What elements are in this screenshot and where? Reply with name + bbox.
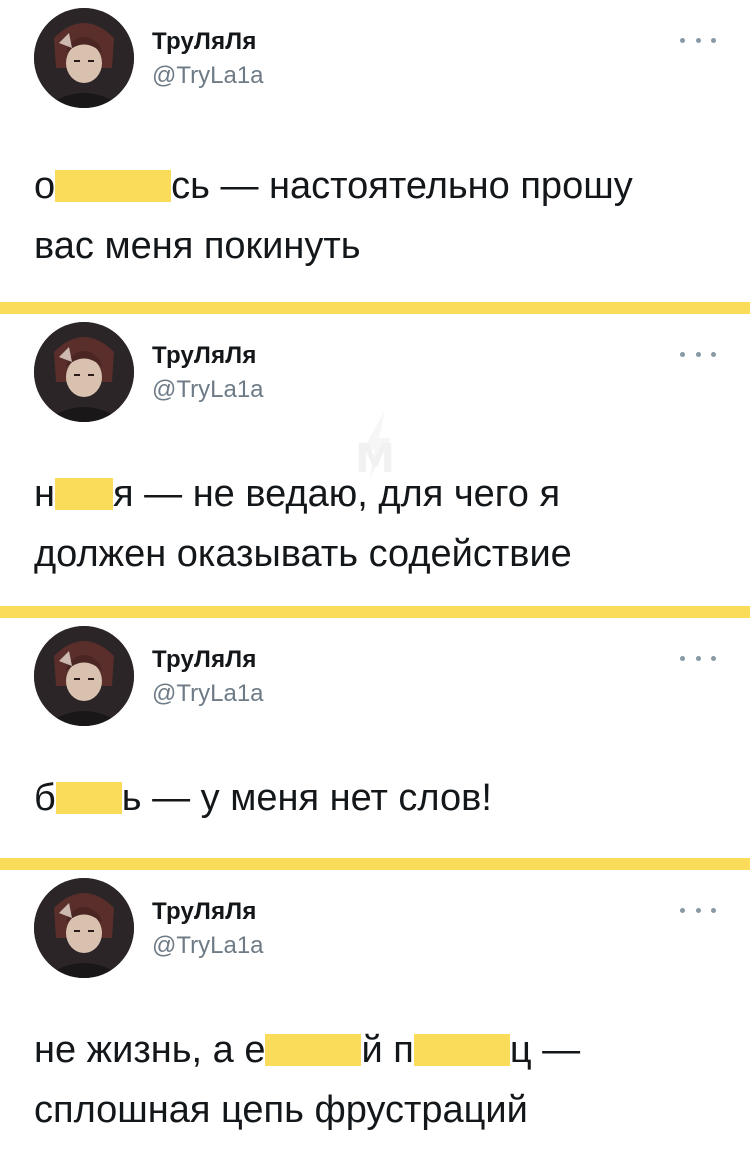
avatar-image xyxy=(34,8,134,108)
display-name[interactable]: ТруЛяЛя xyxy=(152,898,257,926)
more-horizontal-icon[interactable] xyxy=(680,346,716,362)
tweet-line: должен оказывать содействие xyxy=(34,524,734,584)
display-name[interactable]: ТруЛяЛя xyxy=(152,28,257,56)
avatar[interactable] xyxy=(34,8,134,108)
text-fragment: й п xyxy=(361,1029,414,1071)
tweet-text: о сь — настоятельно прошу вас меня покину… xyxy=(34,156,734,276)
more-horizontal-icon[interactable] xyxy=(680,650,716,666)
text-fragment: я — не ведаю, для чего я xyxy=(113,473,561,515)
text-fragment: сь — настоятельно прошу xyxy=(171,165,633,207)
tweet-line: не жизнь, а е й п ц — xyxy=(34,1020,734,1080)
text-fragment: сплошная цепь фрустраций xyxy=(34,1089,528,1131)
avatar[interactable] xyxy=(34,878,134,978)
text-fragment: ц — xyxy=(509,1029,581,1071)
user-handle[interactable]: @TryLa1a xyxy=(152,62,264,90)
more-horizontal-icon[interactable] xyxy=(680,902,716,918)
censor-bar xyxy=(55,478,113,510)
text-fragment: вас меня покинуть xyxy=(34,225,361,267)
censor-bar xyxy=(55,170,172,202)
watermark-letter: M xyxy=(355,436,395,482)
tweet-line: сплошная цепь фрустраций xyxy=(34,1080,734,1140)
tweet-4[interactable]: ТруЛяЛя @TryLa1a не жизнь, а е й п ц — спл… xyxy=(0,870,750,1176)
censor-bar xyxy=(413,1034,510,1066)
user-handle[interactable]: @TryLa1a xyxy=(152,932,264,960)
censor-bar xyxy=(265,1034,362,1066)
divider xyxy=(0,606,750,618)
avatar-image xyxy=(34,626,134,726)
user-handle[interactable]: @TryLa1a xyxy=(152,376,264,404)
tweet-line: б ь — у меня нет слов! xyxy=(34,768,734,828)
tweet-line: о сь — настоятельно прошу xyxy=(34,156,734,216)
user-handle[interactable]: @TryLa1a xyxy=(152,680,264,708)
divider xyxy=(0,302,750,314)
text-fragment: должен оказывать содействие xyxy=(34,533,572,575)
text-fragment: б xyxy=(34,777,56,819)
avatar-image xyxy=(34,322,134,422)
avatar[interactable] xyxy=(34,322,134,422)
avatar[interactable] xyxy=(34,626,134,726)
text-fragment: о xyxy=(34,165,56,207)
tweet-text: б ь — у меня нет слов! xyxy=(34,768,734,828)
text-fragment: ь — у меня нет слов! xyxy=(121,777,492,819)
tweet-line: вас меня покинуть xyxy=(34,216,734,276)
tweet-3[interactable]: ТруЛяЛя @TryLa1a б ь — у меня нет слов! xyxy=(0,618,750,856)
censor-bar xyxy=(55,782,122,814)
watermark-logo: M xyxy=(345,410,405,482)
text-fragment: не жизнь, а е xyxy=(34,1029,266,1071)
display-name[interactable]: ТруЛяЛя xyxy=(152,646,257,674)
text-fragment: н xyxy=(34,473,55,515)
tweet-text: не жизнь, а е й п ц — сплошная цепь фрустр… xyxy=(34,1020,734,1140)
more-horizontal-icon[interactable] xyxy=(680,32,716,48)
display-name[interactable]: ТруЛяЛя xyxy=(152,342,257,370)
avatar-image xyxy=(34,878,134,978)
divider xyxy=(0,858,750,870)
tweet-text: н я — не ведаю, для чего я должен оказыва… xyxy=(34,464,734,584)
tweet-1[interactable]: ТруЛяЛя @TryLa1a о сь — настоятельно прош… xyxy=(0,0,750,300)
